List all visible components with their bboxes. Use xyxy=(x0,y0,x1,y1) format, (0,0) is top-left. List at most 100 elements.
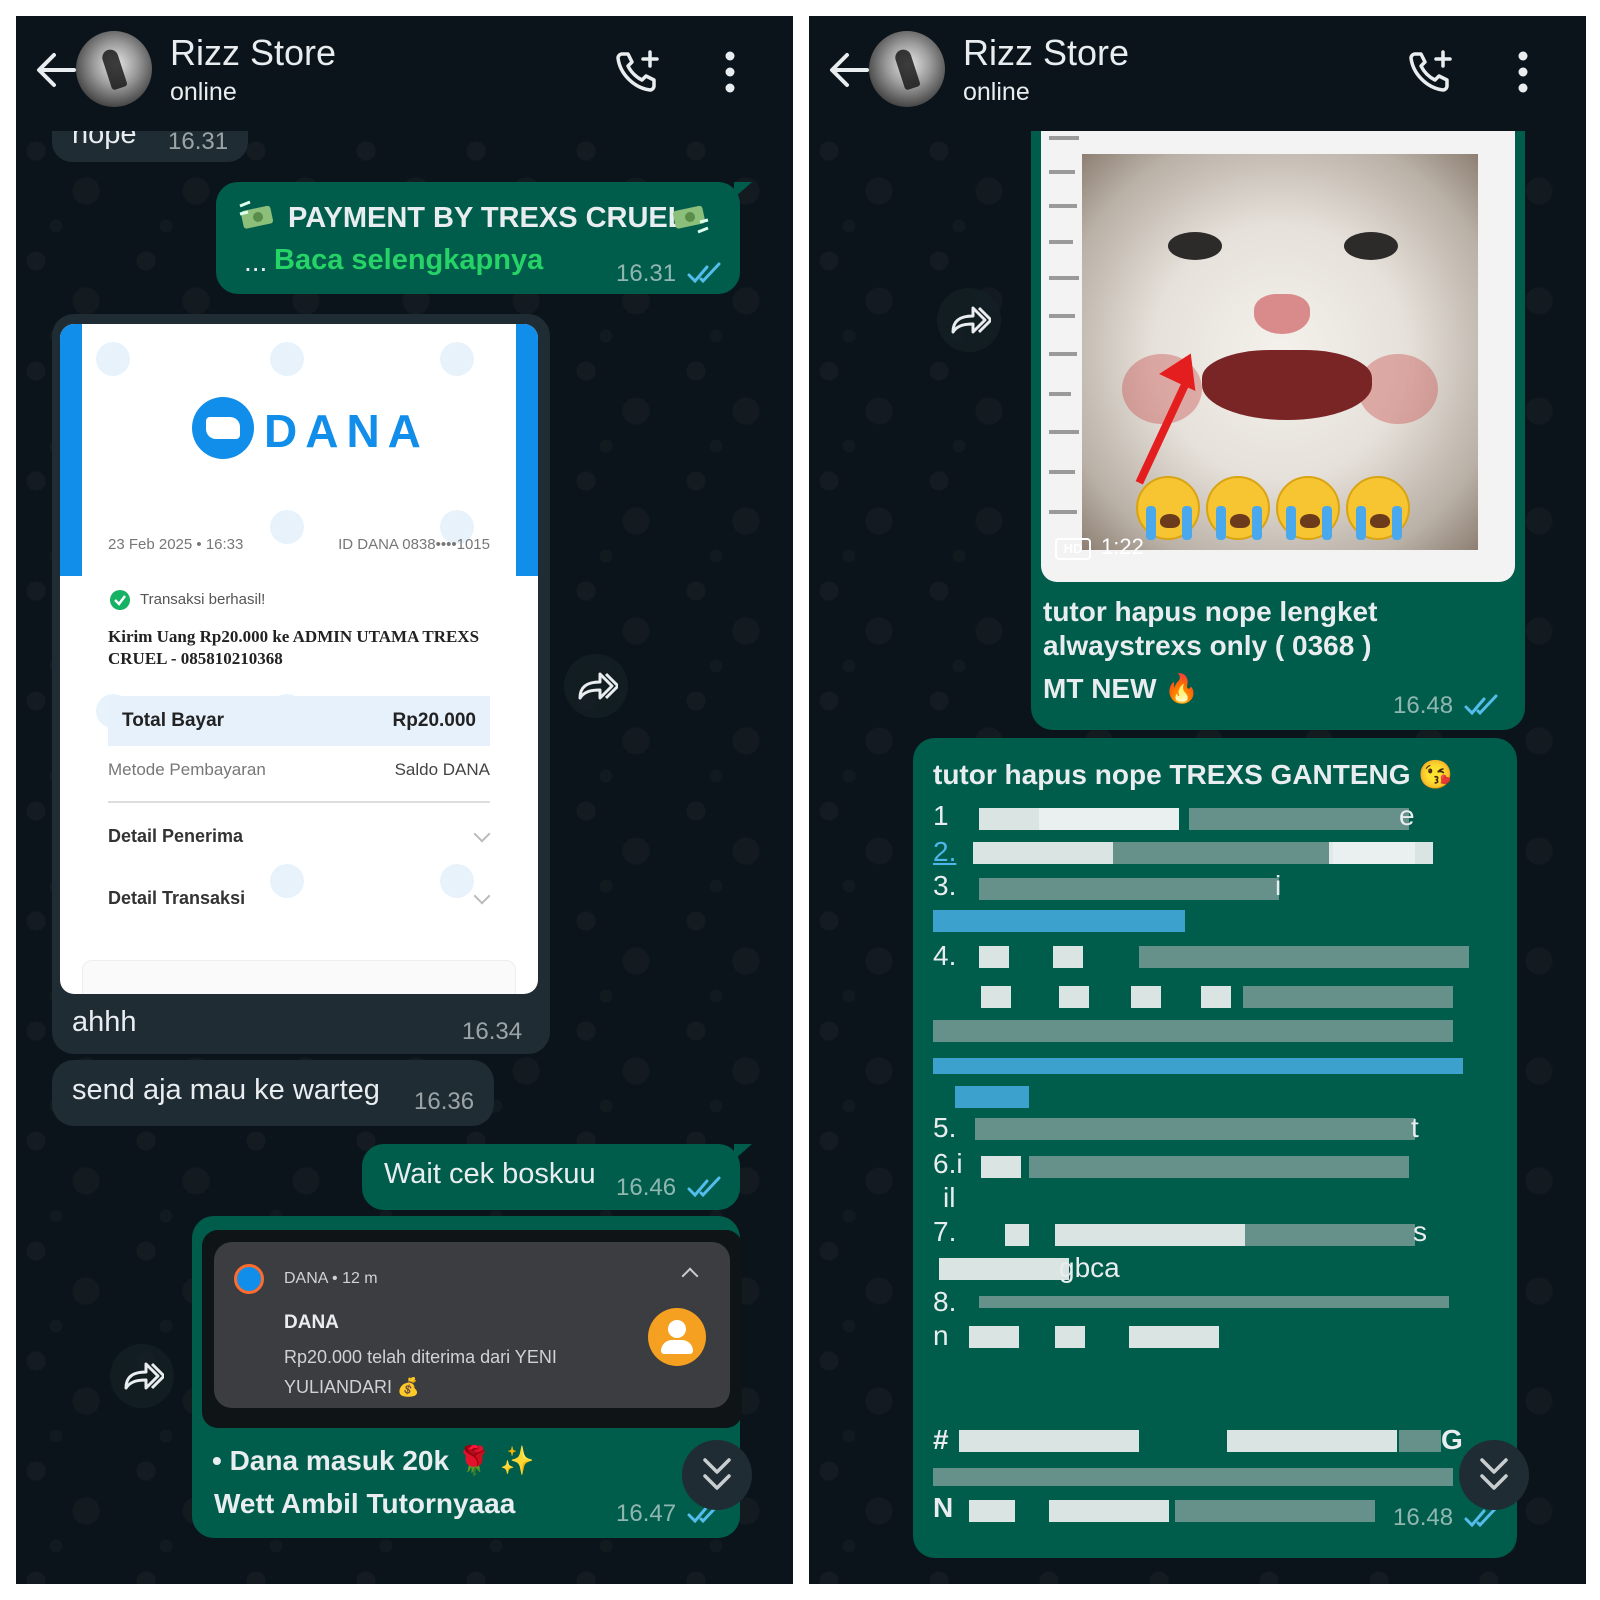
watermark-icon xyxy=(270,510,304,544)
notification-body: Rp20.000 telah diterima dari YENI YULIAN… xyxy=(284,1347,557,1397)
censored-text xyxy=(1029,1156,1409,1178)
contact-avatar[interactable] xyxy=(76,31,152,107)
bubble-tail xyxy=(734,1144,752,1160)
tutor-step-text: 5. xyxy=(933,1112,957,1143)
screenshot-row xyxy=(1049,352,1077,356)
screenshot-row xyxy=(1049,276,1079,280)
forward-icon xyxy=(578,672,618,700)
censored-text xyxy=(1129,1326,1219,1348)
receipt-description: Kirim Uang Rp20.000 ke ADMIN UTAMA TREXS… xyxy=(108,627,480,668)
video-caption-line: alwaystrexs only ( 0368 ) xyxy=(1043,630,1372,661)
add-call-icon[interactable] xyxy=(1407,48,1455,96)
method-value: Saldo DANA xyxy=(394,760,490,779)
tutor-step-text: i xyxy=(1275,870,1282,901)
censored-text xyxy=(1189,808,1409,830)
censored-text xyxy=(1113,842,1333,864)
censored-text xyxy=(1005,1224,1029,1246)
contact-name[interactable]: Rizz Store xyxy=(170,32,336,74)
chevron-up-icon xyxy=(681,1267,699,1285)
censored-text xyxy=(1329,842,1415,864)
add-call-icon[interactable] xyxy=(614,48,662,96)
video-duration: 1:22 xyxy=(1101,534,1144,559)
censored-text xyxy=(1175,1500,1375,1522)
message-text: • Dana masuk 20k 🌹 ✨ xyxy=(212,1445,535,1476)
censored-link xyxy=(933,910,1185,932)
tutor-title: tutor hapus nope TREXS GANTENG 😘 xyxy=(933,759,1454,790)
method-label: Metode Pembayaran xyxy=(108,760,266,779)
watermark-icon xyxy=(270,342,304,376)
crying-cat-image xyxy=(1082,154,1478,550)
divider xyxy=(108,801,490,803)
message-bubble-outgoing[interactable]: Wait cek boskuu 16.46 xyxy=(362,1144,740,1210)
watermark-icon xyxy=(440,342,474,376)
censored-text xyxy=(1399,1430,1441,1452)
contact-name[interactable]: Rizz Store xyxy=(963,32,1129,74)
tutor-step-text: il xyxy=(943,1182,956,1213)
chat-header: Rizz Store online xyxy=(16,16,793,131)
forward-button[interactable] xyxy=(110,1344,174,1408)
forward-icon xyxy=(124,1362,164,1390)
screenshot-row xyxy=(1049,170,1075,174)
message-time: 16.31 xyxy=(616,260,677,287)
message-text: Wett Ambil Tutornyaaa xyxy=(214,1488,516,1519)
screenshot-row xyxy=(1049,430,1079,434)
tutor-step-text: 4. xyxy=(933,940,957,971)
message-time: 16.46 xyxy=(616,1174,677,1201)
tutor-step-link[interactable]: 2. xyxy=(933,836,956,868)
notification-card: DANA • 12 m DANA Rp20.000 telah diterima… xyxy=(214,1242,730,1408)
censored-text xyxy=(1039,808,1179,830)
censored-text xyxy=(1049,1500,1169,1522)
dana-receipt-image[interactable]: DANA 23 Feb 2025 • 16:33 ID DANA 0838•••… xyxy=(60,324,538,994)
more-vertical-icon[interactable] xyxy=(718,50,742,94)
receipt-band xyxy=(60,324,82,576)
censored-text xyxy=(981,986,1011,1008)
more-vertical-icon[interactable] xyxy=(1511,50,1535,94)
screenshot-row xyxy=(1049,240,1073,244)
screenshot-row xyxy=(1049,510,1077,514)
tutor-step-text: gbca xyxy=(1059,1252,1120,1283)
watermark-icon xyxy=(270,864,304,898)
scroll-to-bottom-button[interactable] xyxy=(1459,1440,1529,1510)
crying-face-icon xyxy=(1136,476,1200,540)
message-time: 16.34 xyxy=(462,1018,523,1045)
dana-logo-icon xyxy=(192,397,254,459)
message-time: 16.31 xyxy=(168,128,229,155)
censored-link xyxy=(933,1058,1463,1074)
chevron-down-icon xyxy=(473,825,491,843)
video-caption-line: tutor hapus nope lengket xyxy=(1043,596,1378,627)
chat-screen-left: Rizz Store online nope 16.31 PAYMENT BY … xyxy=(16,16,793,1584)
censored-text xyxy=(939,1258,1069,1280)
censored-text xyxy=(975,1118,1415,1140)
censored-text xyxy=(1055,1224,1245,1246)
read-more-link[interactable]: Baca selengkapnya xyxy=(274,244,543,277)
video-thumbnail[interactable]: HD 1:22 xyxy=(1041,130,1515,582)
total-label: Total Bayar xyxy=(122,710,225,731)
money-with-wings-icon xyxy=(238,200,278,234)
dana-wordmark: DANA xyxy=(264,405,429,457)
censored-text xyxy=(1227,1430,1397,1452)
notification-screenshot[interactable]: DANA • 12 m DANA Rp20.000 telah diterima… xyxy=(202,1230,742,1428)
forward-button[interactable] xyxy=(564,654,628,718)
censored-link xyxy=(955,1086,1029,1108)
message-time: 16.47 xyxy=(616,1500,677,1527)
censored-text xyxy=(1201,986,1231,1008)
crying-face-icon xyxy=(1276,476,1340,540)
scroll-to-bottom-button[interactable] xyxy=(682,1440,752,1510)
receipt-id: ID DANA 0838••••1015 xyxy=(338,536,490,553)
forward-button[interactable] xyxy=(937,288,1001,352)
censored-text xyxy=(933,1020,1453,1042)
contact-avatar[interactable] xyxy=(869,31,945,107)
back-arrow-icon[interactable] xyxy=(34,50,78,90)
read-receipt-icon xyxy=(1464,694,1498,716)
censored-text xyxy=(969,1500,1015,1522)
censored-text xyxy=(1059,986,1089,1008)
back-arrow-icon[interactable] xyxy=(827,50,871,90)
watermark-icon xyxy=(96,342,130,376)
message-bubble-outgoing[interactable]: PAYMENT BY TREXS CRUEL ... Baca selengka… xyxy=(216,182,740,294)
receipt-date: 23 Feb 2025 • 16:33 xyxy=(108,536,244,553)
detail-transaction-label: Detail Transaksi xyxy=(108,888,246,908)
message-bubble-incoming[interactable]: send aja mau ke warteg 16.36 xyxy=(52,1060,494,1126)
message-text: ahhh xyxy=(72,1006,137,1038)
screenshot-row xyxy=(1049,470,1075,474)
tutor-step-text: 8. xyxy=(933,1286,957,1317)
